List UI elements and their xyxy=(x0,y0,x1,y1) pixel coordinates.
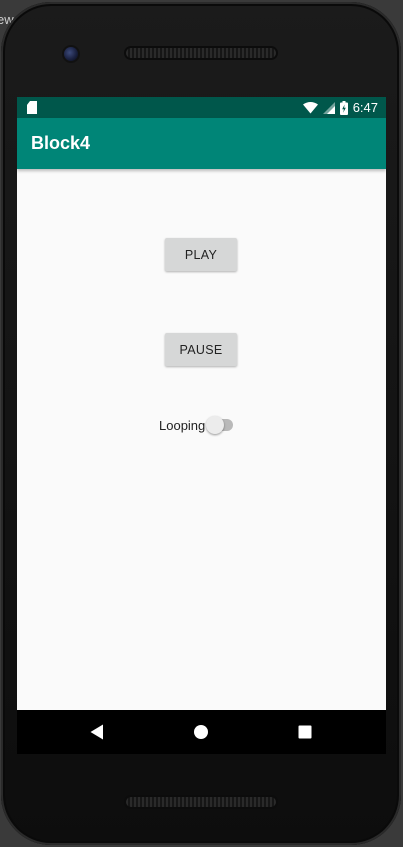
battery-icon xyxy=(339,100,348,115)
status-time: 6:47 xyxy=(352,100,378,115)
status-bar: 6:47 xyxy=(17,97,386,118)
play-button[interactable]: PLAY xyxy=(165,238,237,271)
nav-back-button[interactable] xyxy=(85,720,109,744)
looping-row: Looping xyxy=(159,415,234,435)
nav-recents-button[interactable] xyxy=(293,720,317,744)
front-camera xyxy=(64,47,78,61)
sd-card-icon xyxy=(27,101,37,114)
home-icon xyxy=(194,725,208,739)
switch-thumb[interactable] xyxy=(206,416,225,434)
bottom-speaker xyxy=(126,797,276,807)
nav-home-button[interactable] xyxy=(189,720,213,744)
pause-button[interactable]: PAUSE xyxy=(165,333,237,366)
signal-icon xyxy=(322,101,335,114)
wifi-icon xyxy=(302,101,318,113)
app-title: Block4 xyxy=(31,133,91,153)
looping-switch[interactable] xyxy=(206,415,234,435)
back-icon xyxy=(90,724,103,740)
navigation-bar xyxy=(17,710,386,754)
app-bar: Block4 xyxy=(17,118,386,169)
earpiece-speaker xyxy=(126,48,276,58)
device-screen: 6:47 Block4 PLAY PAUSE Looping xyxy=(17,97,386,710)
looping-label: Looping xyxy=(159,417,206,433)
status-indicators: 6:47 xyxy=(302,99,378,116)
recents-icon xyxy=(298,725,312,739)
